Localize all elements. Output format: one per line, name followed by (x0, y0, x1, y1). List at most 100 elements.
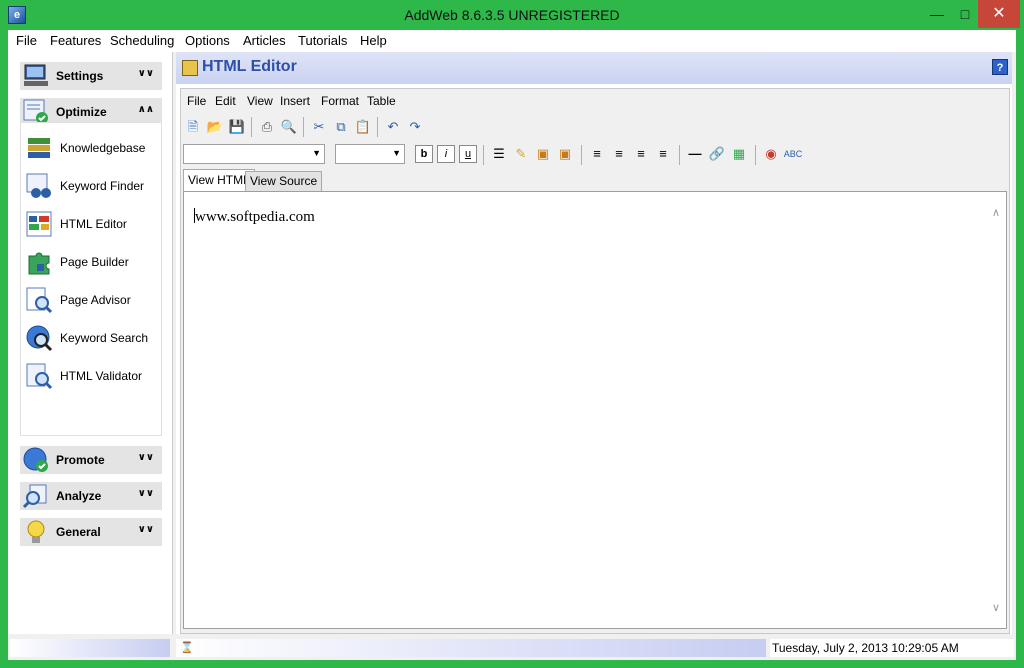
menu-options[interactable]: Options (185, 33, 230, 48)
validator-magnifier-icon (26, 363, 53, 390)
image-icon[interactable]: ▦ (729, 144, 749, 164)
minimize-button[interactable]: — (922, 0, 952, 28)
copy-icon[interactable]: ⧉ (331, 117, 351, 137)
sidebar-item-html-editor[interactable]: HTML Editor (21, 207, 161, 241)
sidebar-item-knowledgebase[interactable]: Knowledgebase (21, 131, 161, 165)
sidebar-section-settings[interactable]: Settings ∨∨ (20, 62, 162, 90)
sidebar-item-keyword-finder[interactable]: Keyword Finder (21, 169, 161, 203)
editor-menu-view[interactable]: View (247, 94, 273, 108)
sidebar-section-analyze[interactable]: Analyze ∨∨ (20, 482, 162, 510)
bold-button[interactable]: b (415, 145, 433, 163)
menu-articles[interactable]: Articles (243, 33, 286, 48)
toolbar-separator (303, 117, 304, 137)
editor-content-text[interactable]: www.softpedia.com (194, 208, 315, 226)
paste-icon[interactable]: 📋 (353, 117, 373, 137)
chevron-down-icon: ▼ (392, 148, 401, 158)
menu-features[interactable]: Features (50, 33, 101, 48)
hourglass-icon: ⌛ (180, 642, 194, 654)
status-panel-progress: ⌛ (176, 639, 766, 657)
open-folder-icon[interactable]: 📂 (205, 117, 225, 137)
menu-scheduling[interactable]: Scheduling (110, 33, 174, 48)
cut-icon[interactable]: ✂ (309, 117, 329, 137)
editor-menu-file[interactable]: File (187, 94, 206, 108)
undo-icon[interactable]: ↶ (383, 117, 403, 137)
computer-icon (24, 64, 48, 86)
help-icon[interactable]: ? (992, 59, 1008, 75)
maximize-button[interactable]: □ (950, 0, 980, 28)
editor-menu-format[interactable]: Format (321, 94, 359, 108)
outdent-icon[interactable]: ▣ (533, 144, 553, 164)
color-palette-icon[interactable]: ◉ (761, 144, 781, 164)
puzzle-icon (28, 252, 50, 275)
sidebar-item-label: HTML Validator (60, 369, 143, 383)
title-bar[interactable]: e AddWeb 8.6.3.5 UNREGISTERED — □ ✕ (0, 0, 1024, 30)
new-document-icon[interactable]: 🗎 (183, 117, 203, 137)
italic-button[interactable]: i (437, 145, 455, 163)
sidebar-item-keyword-search[interactable]: Keyword Search (21, 321, 161, 355)
editor-menu-insert[interactable]: Insert (280, 94, 310, 108)
editor-content-value: www.softpedia.com (195, 209, 315, 225)
sidebar-item-label: Page Builder (60, 255, 129, 269)
chevron-down-icon[interactable]: ∨ (992, 601, 1000, 614)
chevron-up-icon[interactable]: ∧ (992, 206, 1000, 219)
html-editor: File Edit View Insert Format Table 🗎 📂 💾… (180, 88, 1010, 634)
chevron-down-icon: ∨∨ (137, 524, 154, 535)
sidebar-item-label: Keyword Finder (60, 179, 145, 193)
sidebar-section-promote[interactable]: Promote ∨∨ (20, 446, 162, 474)
lightbulb-icon (27, 520, 45, 543)
window-title: AddWeb 8.6.3.5 UNREGISTERED (404, 7, 620, 23)
indent-icon[interactable]: ▣ (555, 144, 575, 164)
html-editor-icon (26, 211, 52, 237)
editor-content-area[interactable]: www.softpedia.com ∧ ∨ (183, 191, 1007, 629)
align-left-icon[interactable]: ≡ (587, 144, 607, 164)
sidebar-item-label: Knowledgebase (60, 141, 146, 155)
save-icon[interactable]: 💾 (227, 117, 247, 137)
sidebar-item-html-validator[interactable]: HTML Validator (21, 359, 161, 393)
page-magnifier-icon (26, 287, 53, 314)
redo-icon[interactable]: ↷ (405, 117, 425, 137)
editor-menu-edit[interactable]: Edit (215, 94, 236, 108)
toolbar-separator (251, 117, 252, 137)
underline-button[interactable]: u (459, 145, 477, 163)
align-center-icon[interactable]: ≡ (609, 144, 629, 164)
editor-menu-table[interactable]: Table (367, 94, 396, 108)
link-icon[interactable]: 🔗 (707, 144, 727, 164)
books-icon (28, 138, 50, 158)
html-editor-small-icon (182, 60, 198, 76)
spellcheck-icon[interactable]: ABC (783, 144, 803, 164)
toolbar-separator (755, 145, 756, 165)
sidebar-section-label: Settings (56, 69, 104, 83)
sidebar-item-label: Page Advisor (60, 293, 131, 307)
print-icon[interactable]: ⎙ (257, 117, 277, 137)
sidebar-item-page-builder[interactable]: Page Builder (21, 245, 161, 279)
close-button[interactable]: ✕ (978, 0, 1020, 28)
sidebar-item-page-advisor[interactable]: Page Advisor (21, 283, 161, 317)
status-datetime: Tuesday, July 2, 2013 10:29:05 AM (772, 641, 959, 655)
sidebar-section-label: Analyze (56, 489, 102, 503)
tab-view-source[interactable]: View Source (245, 171, 323, 191)
list-icon[interactable]: ☰ (489, 144, 509, 164)
menu-file[interactable]: File (16, 33, 37, 48)
horizontal-rule-icon[interactable]: — (685, 144, 705, 164)
sidebar-section-general[interactable]: General ∨∨ (20, 518, 162, 546)
sidebar-section-label: Optimize (56, 105, 107, 119)
binoculars-icon (26, 173, 51, 198)
status-panel-datetime: Tuesday, July 2, 2013 10:29:05 AM (770, 639, 1014, 657)
menu-tutorials[interactable]: Tutorials (298, 33, 347, 48)
app-window: e AddWeb 8.6.3.5 UNREGISTERED — □ ✕ File… (0, 0, 1024, 668)
sidebar: Settings ∨∨ Optimize ∧∧ Knowledgebase Ke… (8, 52, 173, 634)
globe-check-icon (23, 447, 48, 472)
toolbar-separator (483, 145, 484, 165)
editor-scrollbar[interactable]: ∧ ∨ (989, 192, 1006, 628)
font-size-select[interactable]: ▼ (335, 144, 405, 164)
highlight-icon[interactable]: ✎ (511, 144, 531, 164)
chevron-down-icon: ∨∨ (137, 68, 154, 79)
font-name-select[interactable]: ▼ (183, 144, 325, 164)
analyze-magnifier-icon (22, 484, 47, 509)
align-right-icon[interactable]: ≡ (631, 144, 651, 164)
menu-help[interactable]: Help (360, 33, 387, 48)
sidebar-section-label: General (56, 525, 101, 539)
justify-icon[interactable]: ≡ (653, 144, 673, 164)
globe-magnifier-icon (26, 325, 53, 352)
print-preview-icon[interactable]: 🔍 (279, 117, 299, 137)
